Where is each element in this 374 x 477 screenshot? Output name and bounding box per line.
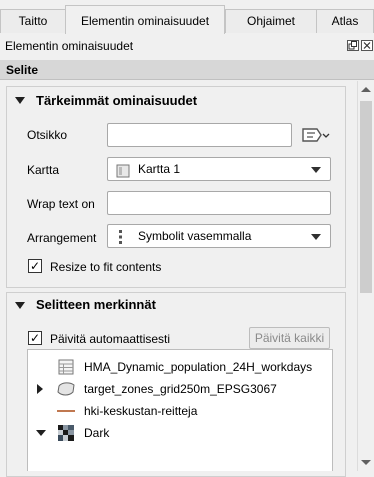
scroll-down-icon[interactable] [361,460,371,465]
arrangement-combo[interactable]: Symbolit vasemmalla [107,224,331,248]
tab-elementin-ominaisuudet[interactable]: Elementin ominaisuudet [65,5,225,34]
tab-ohjaimet[interactable]: Ohjaimet [225,9,317,33]
resize-label: Resize to fit contents [50,260,162,274]
auto-update-label: Päivitä automaattisesti [50,332,171,346]
main-properties-title[interactable]: Tärkeimmät ominaisuudet [36,93,197,108]
list-item[interactable]: HMA_Dynamic_population_24H_workdays [28,356,332,378]
arrangement-combo-value: Symbolit vasemmalla [138,229,252,243]
auto-update-checkbox[interactable]: ✓ [28,331,42,345]
line-symbol-icon [57,410,75,412]
dock-title-bar: Elementin ominaisuudet [0,34,374,58]
tab-atlas[interactable]: Atlas [316,9,374,33]
legend-tree[interactable]: HMA_Dynamic_population_24H_workdays targ… [27,349,333,471]
title-label: Otsikko [27,128,68,142]
map-combo[interactable]: Kartta 1 [107,157,331,181]
section-header-selite: Selite [0,60,374,80]
resize-checkbox[interactable]: ✓ [28,259,42,273]
list-item[interactable]: hki-keskustan-reitteja [28,400,332,422]
close-icon[interactable] [361,40,373,51]
float-icon[interactable] [347,40,359,51]
map-label: Kartta [27,163,60,177]
scroll-up-icon[interactable] [361,87,371,92]
legend-item-label: hki-keskustan-reitteja [84,404,198,418]
vertical-scrollbar[interactable] [357,81,374,471]
collapse-icon[interactable] [36,430,46,436]
wrap-text-input[interactable] [107,191,331,215]
tab-taitto[interactable]: Taitto [0,9,66,33]
dock-title: Elementin ominaisuudet [5,39,134,53]
collapse-icon[interactable] [15,97,25,104]
legend-items-title[interactable]: Selitteen merkinnät [36,297,156,312]
collapse-icon[interactable] [15,302,25,309]
map-combo-value: Kartta 1 [138,162,181,176]
map-frame-icon [116,163,130,185]
title-input[interactable] [107,123,292,147]
chevron-down-icon [311,167,321,173]
arrangement-icon [117,229,125,252]
expand-icon[interactable] [37,384,43,394]
chevron-down-icon [311,234,321,240]
legend-item-label: HMA_Dynamic_population_24H_workdays [84,360,313,374]
arrangement-label: Arrangement [27,231,97,245]
insert-expression-button[interactable] [299,124,331,146]
wrap-label: Wrap text on [27,197,95,211]
expression-icon [302,128,330,142]
legend-item-label: target_zones_grid250m_EPSG3067 [84,382,277,396]
raster-layer-icon [58,425,74,448]
update-all-button[interactable]: Päivitä kaikki [249,327,330,349]
scrollbar-thumb[interactable] [360,101,372,293]
tab-bar: Taitto Elementin ominaisuudet Ohjaimet A… [0,0,374,34]
list-item[interactable]: Dark [28,422,332,444]
legend-item-label: Dark [84,426,110,440]
main-properties-group [6,86,346,288]
list-item[interactable]: target_zones_grid250m_EPSG3067 [28,378,332,400]
